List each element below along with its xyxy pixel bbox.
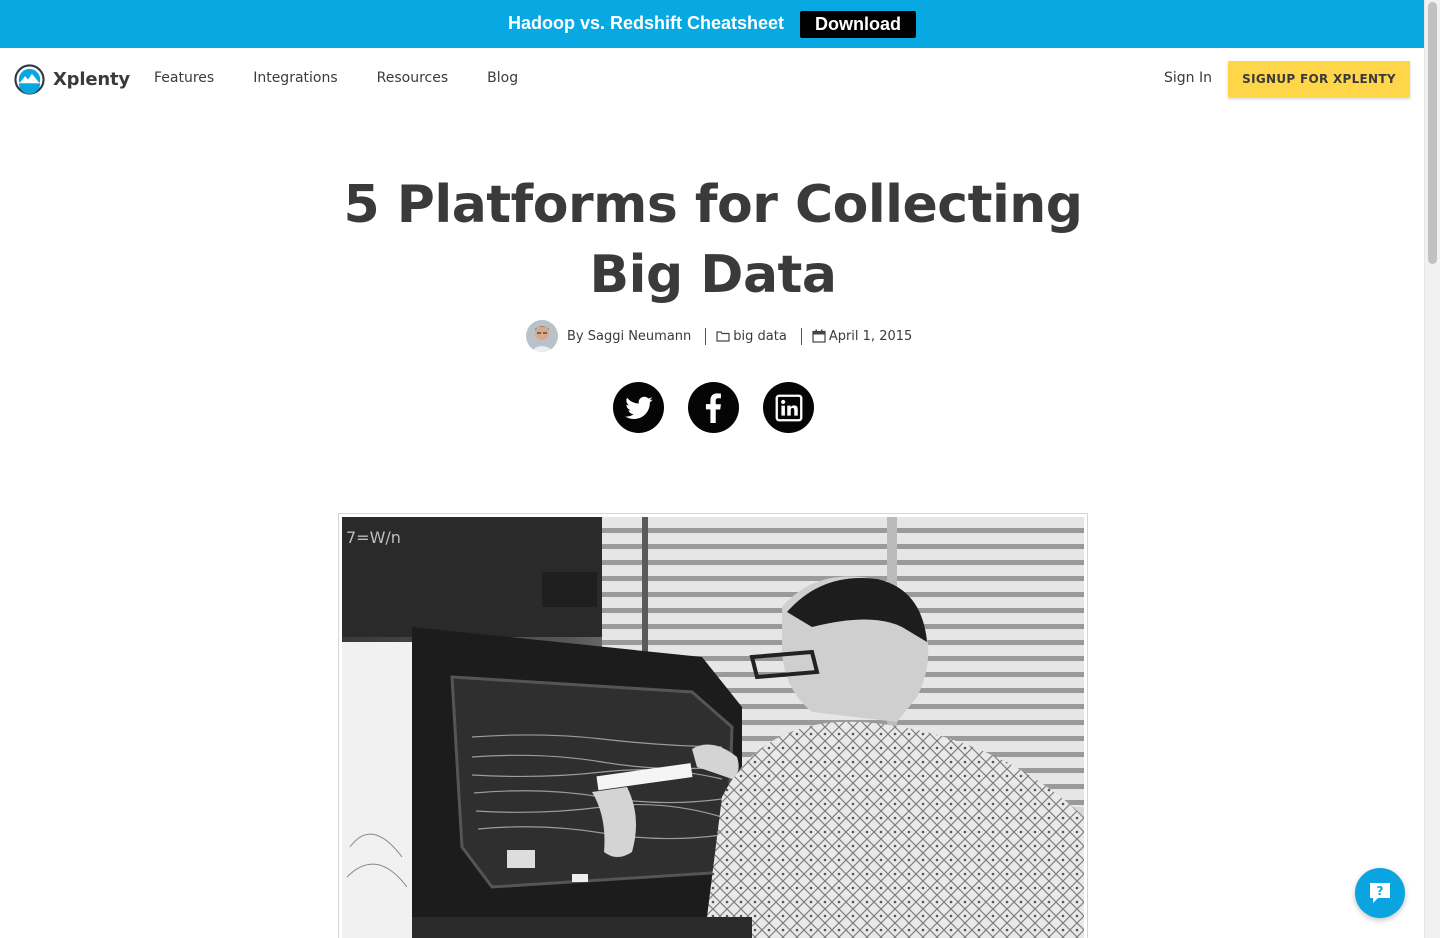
article-meta: By Saggi Neumann big data April 1, 2015: [526, 320, 912, 352]
twitter-share-button[interactable]: [613, 382, 664, 433]
twitter-icon: [624, 396, 653, 419]
signup-button[interactable]: SIGNUP FOR XPLENTY: [1228, 61, 1410, 97]
social-share: [613, 382, 814, 433]
svg-text:?: ?: [1377, 884, 1384, 898]
nav-links: Features Integrations Resources Blog: [154, 70, 518, 86]
chat-question-icon: ?: [1370, 883, 1390, 903]
nav-link-resources[interactable]: Resources: [377, 70, 449, 86]
sign-in-link[interactable]: Sign In: [1164, 70, 1212, 86]
brand-logo[interactable]: Xplenty: [14, 64, 130, 95]
author-photo-icon: [526, 320, 558, 352]
xplenty-logo-icon: [14, 64, 45, 95]
nav-link-integrations[interactable]: Integrations: [253, 70, 337, 86]
download-button[interactable]: Download: [800, 10, 917, 38]
hero-image-frame: 7=W/n: [338, 513, 1088, 938]
promo-text[interactable]: Hadoop vs. Redshift Cheatsheet: [508, 13, 784, 34]
article-title: 5 Platforms for Collecting Big Data: [343, 175, 1083, 305]
scrollbar-thumb[interactable]: [1428, 2, 1437, 264]
brand-name: Xplenty: [53, 69, 130, 90]
author-name[interactable]: By Saggi Neumann: [567, 329, 691, 344]
folder-icon: [716, 331, 730, 342]
help-chat-button[interactable]: ?: [1355, 868, 1405, 918]
category-meta[interactable]: big data: [716, 329, 787, 344]
meta-divider: [800, 327, 802, 345]
publish-date: April 1, 2015: [828, 328, 913, 344]
page-scrollbar[interactable]: [1424, 0, 1440, 938]
blackboard-text: 7=W/n: [346, 528, 401, 547]
linkedin-icon: [775, 394, 802, 421]
calendar-icon: [812, 329, 826, 343]
category-link[interactable]: big data: [733, 329, 787, 344]
promo-banner: Hadoop vs. Redshift Cheatsheet Download: [0, 0, 1424, 48]
nav-link-features[interactable]: Features: [154, 70, 214, 86]
vintage-engineer-photo-icon: 7=W/n: [342, 517, 1084, 938]
hero-image: 7=W/n: [342, 517, 1084, 938]
nav-link-blog[interactable]: Blog: [487, 70, 518, 86]
facebook-icon: [705, 392, 721, 423]
facebook-share-button[interactable]: [688, 382, 739, 433]
linkedin-share-button[interactable]: [763, 382, 814, 433]
main-nav: Xplenty Features Integrations Resources …: [0, 48, 1424, 110]
meta-divider: [705, 327, 707, 345]
author-avatar[interactable]: [526, 320, 558, 352]
date-meta: April 1, 2015: [812, 329, 912, 344]
